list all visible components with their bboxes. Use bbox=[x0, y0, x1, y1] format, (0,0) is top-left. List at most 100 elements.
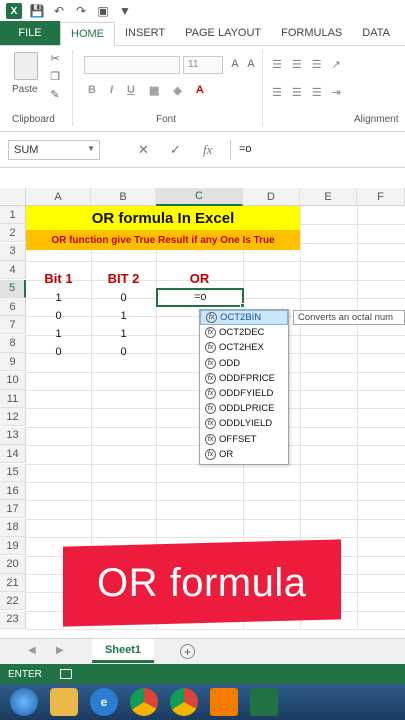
autocomplete-item[interactable]: fx OCT2DEC bbox=[200, 325, 288, 340]
column-header-f[interactable]: F bbox=[357, 188, 405, 206]
row-header-18[interactable]: 18 bbox=[0, 518, 26, 537]
row-header-11[interactable]: 11 bbox=[0, 390, 26, 408]
fill-handle[interactable] bbox=[240, 303, 245, 308]
chevron-left-icon[interactable]: ◀ bbox=[28, 645, 36, 656]
vlc-icon[interactable] bbox=[210, 688, 238, 716]
row-header-9[interactable]: 9 bbox=[0, 353, 26, 372]
header-cell-bit2[interactable]: BIT 2 bbox=[91, 268, 156, 288]
data-cell[interactable]: 0 bbox=[91, 289, 156, 307]
row-header-16[interactable]: 16 bbox=[0, 482, 26, 500]
row-header-22[interactable]: 22 bbox=[0, 592, 26, 611]
undo-icon[interactable]: ↶ bbox=[52, 4, 66, 18]
autocomplete-item[interactable]: fx ODDLPRICE bbox=[200, 401, 288, 416]
header-cell-bit1[interactable]: Bit 1 bbox=[26, 268, 91, 288]
row-header-14[interactable]: 14 bbox=[0, 445, 26, 464]
row-header-15[interactable]: 15 bbox=[0, 463, 26, 482]
align-center-icon[interactable]: ☰ bbox=[292, 86, 302, 99]
italic-button[interactable]: I bbox=[110, 84, 113, 97]
autocomplete-item[interactable]: fx ODDFPRICE bbox=[200, 371, 288, 386]
grow-font-icon[interactable]: A bbox=[228, 58, 242, 70]
tab-insert[interactable]: INSERT bbox=[115, 21, 175, 45]
formula-input[interactable]: =o bbox=[230, 140, 405, 160]
row-header-23[interactable]: 23 bbox=[0, 610, 26, 629]
data-cell[interactable]: 0 bbox=[91, 343, 156, 361]
column-header-b[interactable]: B bbox=[91, 188, 156, 206]
paste-button-label[interactable]: Paste bbox=[12, 84, 38, 95]
font-color-icon[interactable]: A bbox=[196, 84, 204, 97]
autocomplete-item[interactable]: fx OR bbox=[200, 447, 288, 462]
autocomplete-item[interactable]: fx ODDFYIELD bbox=[200, 386, 288, 401]
title-cell[interactable]: OR formula In Excel bbox=[26, 206, 300, 230]
name-box[interactable]: SUM ▼ bbox=[8, 140, 100, 160]
macro-record-icon[interactable] bbox=[59, 669, 72, 679]
fill-color-icon[interactable]: ◈ bbox=[173, 84, 181, 97]
tab-home[interactable]: HOME bbox=[60, 22, 115, 46]
select-all-corner[interactable] bbox=[0, 188, 26, 206]
autocomplete-item[interactable]: fx ODDLYIELD bbox=[200, 416, 288, 431]
column-header-a[interactable]: A bbox=[26, 188, 91, 206]
data-cell[interactable]: 1 bbox=[91, 307, 156, 325]
row-header-7[interactable]: 7 bbox=[0, 316, 26, 335]
internet-explorer-icon[interactable]: e bbox=[90, 688, 118, 716]
tab-page-layout[interactable]: PAGE LAYOUT bbox=[175, 21, 271, 45]
autocomplete-item[interactable]: fx OCT2HEX bbox=[200, 340, 288, 355]
row-header-3[interactable]: 3 bbox=[0, 242, 26, 261]
column-header-e[interactable]: E bbox=[300, 188, 357, 206]
insert-function-icon[interactable]: fx bbox=[203, 142, 212, 158]
borders-icon[interactable]: ▦ bbox=[149, 84, 159, 97]
subtitle-cell[interactable]: OR function give True Result if any One … bbox=[26, 230, 300, 250]
font-name-select[interactable] bbox=[84, 56, 180, 74]
align-bottom-icon[interactable]: ☰ bbox=[312, 58, 322, 71]
row-header-5[interactable]: 5 bbox=[0, 279, 26, 298]
autocomplete-item[interactable]: fx ODD bbox=[200, 356, 288, 371]
file-explorer-icon[interactable] bbox=[50, 688, 78, 716]
row-header-10[interactable]: 10 bbox=[0, 371, 26, 390]
row-header-8[interactable]: 8 bbox=[0, 334, 26, 353]
tab-data[interactable]: DATA bbox=[352, 21, 400, 45]
excel-taskbar-icon[interactable] bbox=[250, 688, 278, 716]
row-header-4[interactable]: 4 bbox=[0, 261, 26, 280]
copy-icon[interactable]: ❐ bbox=[48, 70, 62, 83]
data-cell[interactable]: 0 bbox=[26, 307, 91, 325]
row-header-1[interactable]: 1 bbox=[0, 206, 26, 224]
data-cell[interactable]: 1 bbox=[26, 289, 91, 307]
confirm-entry-icon[interactable]: ✓ bbox=[170, 142, 181, 158]
chrome-icon[interactable] bbox=[170, 688, 198, 716]
chevron-down-icon[interactable]: ▼ bbox=[87, 144, 95, 153]
data-cell[interactable]: 1 bbox=[91, 325, 156, 343]
indent-icon[interactable]: ⇥ bbox=[332, 86, 341, 99]
row-header-19[interactable]: 19 bbox=[0, 537, 26, 556]
paste-icon[interactable] bbox=[14, 52, 38, 80]
filter-icon[interactable]: ▼ bbox=[118, 4, 132, 18]
autocomplete-item[interactable]: fx OFFSET bbox=[200, 432, 288, 447]
chrome-icon[interactable] bbox=[130, 688, 158, 716]
active-cell-c5[interactable]: =o bbox=[156, 288, 244, 307]
bold-button[interactable]: B bbox=[88, 84, 96, 97]
cancel-entry-icon[interactable]: ✕ bbox=[138, 142, 149, 158]
chevron-right-icon[interactable]: ▶ bbox=[56, 645, 64, 656]
data-cell[interactable]: 1 bbox=[26, 325, 91, 343]
align-top-icon[interactable]: ☰ bbox=[272, 58, 282, 71]
underline-button[interactable]: U bbox=[127, 84, 135, 97]
tab-file[interactable]: FILE bbox=[0, 21, 60, 45]
sheet-tab-sheet1[interactable]: Sheet1 bbox=[92, 639, 154, 663]
align-middle-icon[interactable]: ☰ bbox=[292, 58, 302, 71]
cut-icon[interactable]: ✂ bbox=[48, 52, 62, 65]
data-cell[interactable]: 0 bbox=[26, 343, 91, 361]
column-header-d[interactable]: D bbox=[243, 188, 300, 206]
column-header-c[interactable]: C bbox=[156, 188, 243, 206]
header-cell-or[interactable]: OR bbox=[156, 268, 243, 288]
orientation-icon[interactable]: ↗ bbox=[332, 58, 341, 71]
row-header-20[interactable]: 20 bbox=[0, 555, 26, 574]
format-painter-icon[interactable]: ✎ bbox=[48, 88, 62, 101]
start-button-icon[interactable] bbox=[10, 688, 38, 716]
align-left-icon[interactable]: ☰ bbox=[272, 86, 282, 99]
align-right-icon[interactable]: ☰ bbox=[312, 86, 322, 99]
row-header-21[interactable]: 21 bbox=[0, 574, 26, 592]
shrink-font-icon[interactable]: A bbox=[244, 58, 258, 70]
tab-formulas[interactable]: FORMULAS bbox=[271, 21, 352, 45]
add-sheet-button[interactable]: + bbox=[180, 644, 195, 659]
row-header-6[interactable]: 6 bbox=[0, 298, 26, 316]
save-icon[interactable]: 💾 bbox=[30, 4, 45, 18]
preview-icon[interactable]: ▣ bbox=[96, 4, 110, 18]
